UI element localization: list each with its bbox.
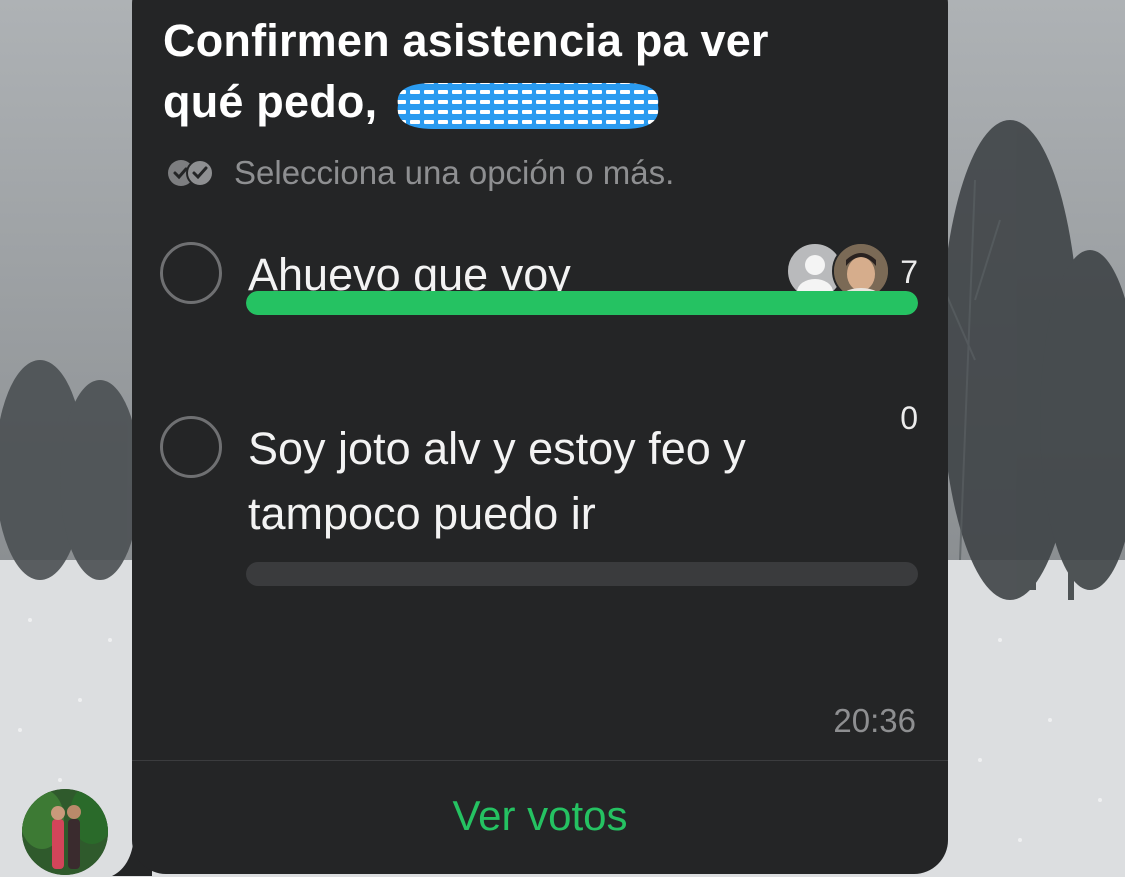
vote-progress-bar <box>246 562 918 586</box>
divider <box>132 760 948 761</box>
vote-progress-fill <box>246 291 918 315</box>
double-check-icon <box>168 159 214 187</box>
vote-count: 0 <box>900 400 918 436</box>
poll-hint: Selecciona una opción o más. <box>166 154 674 192</box>
view-votes-button[interactable]: Ver votos <box>132 792 948 840</box>
message-timestamp: 20:36 <box>833 702 916 739</box>
vote-count: 7 <box>900 254 918 290</box>
poll-message-bubble: Confirmen asistencia pa ver qué pedo, Se… <box>132 0 948 874</box>
sender-avatar[interactable] <box>22 789 108 875</box>
poll-hint-text: Selecciona una opción o más. <box>234 154 675 191</box>
voter-avatars[interactable] <box>786 242 890 300</box>
radio-circle-icon[interactable] <box>160 416 222 478</box>
poll-option-label: Soy joto alv y estoy feo y tampoco puedo… <box>248 423 746 539</box>
vote-progress-bar <box>246 291 918 315</box>
radio-circle-icon[interactable] <box>160 242 222 304</box>
poll-question-line1: Confirmen asistencia pa ver <box>163 15 769 66</box>
redaction-scribble <box>397 83 659 129</box>
poll-question-line2: qué pedo, <box>163 76 378 127</box>
poll-question: Confirmen asistencia pa ver qué pedo, <box>163 10 863 133</box>
